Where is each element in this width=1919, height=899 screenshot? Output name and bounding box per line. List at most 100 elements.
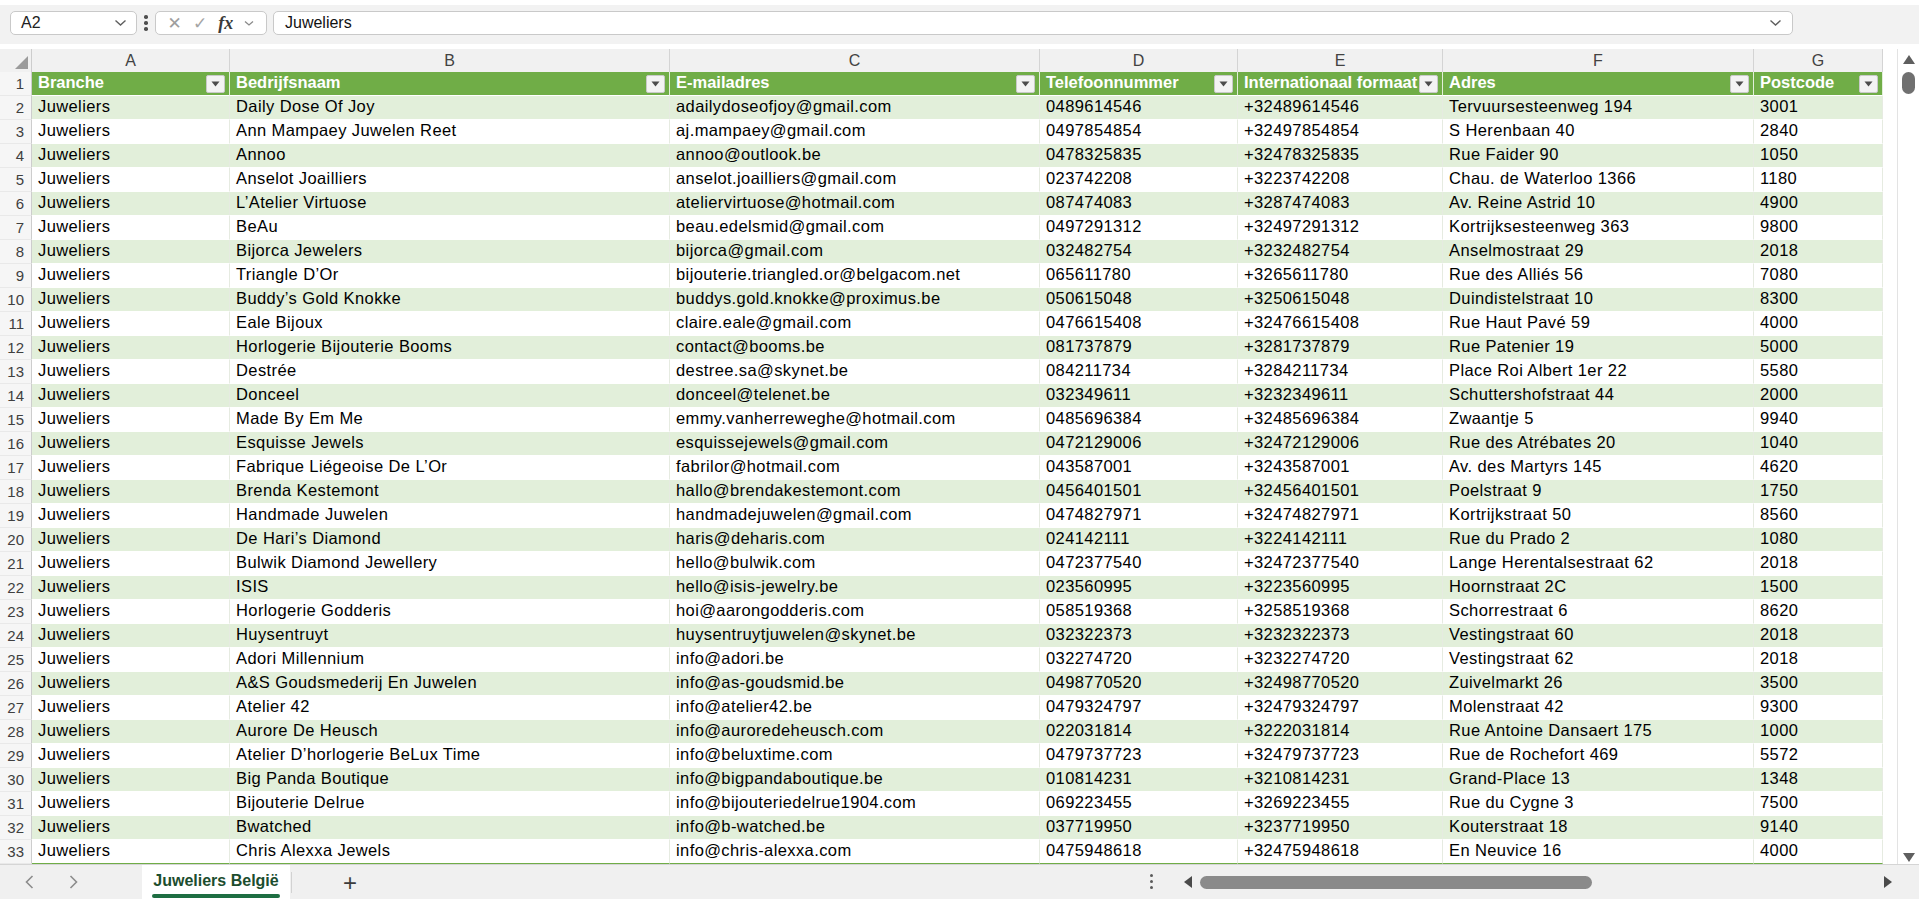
cell[interactable]: Anselmostraat 29 — [1443, 240, 1754, 264]
cell[interactable]: info@chris-alexxa.com — [670, 840, 1040, 864]
cell[interactable]: +3223742208 — [1238, 168, 1443, 192]
cell[interactable]: 0472129006 — [1040, 432, 1238, 456]
cell[interactable]: Lange Herentalsestraat 62 — [1443, 552, 1754, 576]
cell[interactable]: handmadejuwelen@gmail.com — [670, 504, 1040, 528]
cell[interactable]: S Herenbaan 40 — [1443, 120, 1754, 144]
cell[interactable]: Atelier D’horlogerie BeLux Time — [230, 744, 670, 768]
row-number-22[interactable]: 22 — [0, 576, 32, 600]
cell[interactable]: 9300 — [1754, 696, 1883, 720]
filter-button[interactable] — [206, 75, 225, 93]
filter-button[interactable] — [1016, 75, 1035, 93]
cell[interactable]: Horlogerie Bijouterie Booms — [230, 336, 670, 360]
row-number-6[interactable]: 6 — [0, 192, 32, 216]
row-number-5[interactable]: 5 — [0, 168, 32, 192]
cell[interactable]: Triangle D’Or — [230, 264, 670, 288]
cell[interactable]: info@beluxtime.com — [670, 744, 1040, 768]
cell[interactable]: +32474827971 — [1238, 504, 1443, 528]
cell[interactable]: ISIS — [230, 576, 670, 600]
row-number-32[interactable]: 32 — [0, 816, 32, 840]
cell[interactable]: Juweliers — [32, 768, 230, 792]
cell[interactable]: Juweliers — [32, 288, 230, 312]
cell[interactable]: Juweliers — [32, 600, 230, 624]
cell[interactable]: 023742208 — [1040, 168, 1238, 192]
cell[interactable]: Bulwik Diamond Jewellery — [230, 552, 670, 576]
cell[interactable]: BeAu — [230, 216, 670, 240]
cell[interactable]: Rue Antoine Dansaert 175 — [1443, 720, 1754, 744]
name-box[interactable]: A2 — [10, 11, 137, 35]
cell[interactable]: +3281737879 — [1238, 336, 1443, 360]
cell[interactable]: +3222031814 — [1238, 720, 1443, 744]
cell[interactable]: Bijouterie Delrue — [230, 792, 670, 816]
cell[interactable]: 9940 — [1754, 408, 1883, 432]
cell[interactable]: Molenstraat 42 — [1443, 696, 1754, 720]
header-cell[interactable]: Internationaal formaat — [1238, 72, 1443, 96]
cell[interactable]: beau.edelsmid@gmail.com — [670, 216, 1040, 240]
insert-function-icon[interactable]: fx — [218, 13, 233, 34]
cell[interactable]: L’Atelier Virtuose — [230, 192, 670, 216]
cell[interactable]: Juweliers — [32, 456, 230, 480]
header-cell[interactable]: Adres — [1443, 72, 1754, 96]
filter-button[interactable] — [646, 75, 665, 93]
cell[interactable]: info@b-watched.be — [670, 816, 1040, 840]
cell[interactable]: +32456401501 — [1238, 480, 1443, 504]
cell[interactable]: Schuttershofstraat 44 — [1443, 384, 1754, 408]
cell[interactable]: Rue du Cygne 3 — [1443, 792, 1754, 816]
cell[interactable]: bijorca@gmail.com — [670, 240, 1040, 264]
row-number-19[interactable]: 19 — [0, 504, 32, 528]
cell[interactable]: 0497291312 — [1040, 216, 1238, 240]
cell[interactable]: 069223455 — [1040, 792, 1238, 816]
row-number-17[interactable]: 17 — [0, 456, 32, 480]
cell[interactable]: huysentruytjuwelen@skynet.be — [670, 624, 1040, 648]
row-number-2[interactable]: 2 — [0, 96, 32, 120]
cell[interactable]: 065611780 — [1040, 264, 1238, 288]
cell[interactable]: info@atelier42.be — [670, 696, 1040, 720]
cell[interactable]: +3237719950 — [1238, 816, 1443, 840]
formula-bar-handle-icon[interactable] — [144, 15, 148, 31]
column-letter-A[interactable]: A — [32, 49, 230, 72]
cell[interactable]: Adori Millennium — [230, 648, 670, 672]
cell[interactable]: hallo@brendakestemont.com — [670, 480, 1040, 504]
cell[interactable]: Juweliers — [32, 624, 230, 648]
confirm-icon[interactable]: ✓ — [193, 13, 207, 34]
cell[interactable]: 0456401501 — [1040, 480, 1238, 504]
cell[interactable]: Juweliers — [32, 240, 230, 264]
cell[interactable]: 9800 — [1754, 216, 1883, 240]
cell[interactable]: Daily Dose Of Joy — [230, 96, 670, 120]
column-letter-C[interactable]: C — [670, 49, 1040, 72]
cell[interactable]: Eale Bijoux — [230, 312, 670, 336]
cell[interactable]: Juweliers — [32, 840, 230, 864]
cell[interactable]: donceel@telenet.be — [670, 384, 1040, 408]
cell[interactable]: 0498770520 — [1040, 672, 1238, 696]
header-cell[interactable]: Postcode — [1754, 72, 1883, 96]
row-number-7[interactable]: 7 — [0, 216, 32, 240]
cell[interactable]: 081737879 — [1040, 336, 1238, 360]
chevron-down-icon[interactable] — [244, 20, 254, 27]
cell[interactable]: 3500 — [1754, 672, 1883, 696]
cell[interactable]: 050615048 — [1040, 288, 1238, 312]
cell[interactable]: +3284211734 — [1238, 360, 1443, 384]
cell[interactable]: anselot.joailliers@gmail.com — [670, 168, 1040, 192]
expand-formula-bar-icon[interactable] — [1769, 19, 1782, 27]
horizontal-scrollbar-thumb[interactable] — [1200, 876, 1592, 889]
cell[interactable]: Rue de Rochefort 469 — [1443, 744, 1754, 768]
filter-button[interactable] — [1419, 75, 1438, 93]
row-number-9[interactable]: 9 — [0, 264, 32, 288]
cell[interactable]: 1180 — [1754, 168, 1883, 192]
add-sheet-button[interactable]: + — [330, 865, 370, 899]
cell[interactable]: Juweliers — [32, 672, 230, 696]
cell[interactable]: info@as-goudsmid.be — [670, 672, 1040, 696]
row-number-30[interactable]: 30 — [0, 768, 32, 792]
cell[interactable]: Juweliers — [32, 528, 230, 552]
cell[interactable]: Handmade Juwelen — [230, 504, 670, 528]
cell[interactable]: 032322373 — [1040, 624, 1238, 648]
cell[interactable]: Juweliers — [32, 192, 230, 216]
cell[interactable]: 1500 — [1754, 576, 1883, 600]
row-number-27[interactable]: 27 — [0, 696, 32, 720]
cell[interactable]: 0472377540 — [1040, 552, 1238, 576]
cell[interactable]: Juweliers — [32, 696, 230, 720]
cell[interactable]: 8620 — [1754, 600, 1883, 624]
header-cell[interactable]: Telefoonnummer — [1040, 72, 1238, 96]
cell[interactable]: Vestingstraat 60 — [1443, 624, 1754, 648]
cell[interactable]: 4900 — [1754, 192, 1883, 216]
cell[interactable]: Av. des Martyrs 145 — [1443, 456, 1754, 480]
